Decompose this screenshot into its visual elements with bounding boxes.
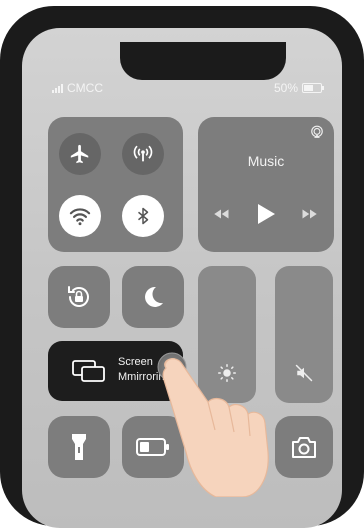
status-battery: 50% xyxy=(274,81,325,95)
camera-button[interactable] xyxy=(275,416,333,478)
do-not-disturb-button[interactable] xyxy=(122,266,184,328)
cellular-data-button[interactable] xyxy=(122,133,164,175)
wifi-icon xyxy=(69,208,91,226)
screen-mirroring-button[interactable]: Screen Mmirroring xyxy=(48,341,183,401)
connectivity-tile xyxy=(48,117,183,252)
camera-icon xyxy=(292,437,316,458)
flashlight-icon xyxy=(72,434,86,460)
rotation-lock-button[interactable] xyxy=(48,266,110,328)
moon-icon xyxy=(145,286,163,307)
screen-mirroring-label: Screen Mmirroring xyxy=(118,355,171,385)
low-power-button[interactable] xyxy=(122,416,184,478)
battery-percent: 50% xyxy=(274,81,299,95)
battery-fill xyxy=(304,85,314,91)
status-carrier: CMCC xyxy=(52,81,103,95)
mute-icon xyxy=(295,364,313,382)
screen-mirroring-line1: Screen xyxy=(118,356,153,368)
brightness-icon xyxy=(218,364,236,382)
music-title: Music xyxy=(247,153,285,169)
carrier-label: CMCC xyxy=(67,81,103,95)
next-icon[interactable] xyxy=(301,208,319,220)
notch xyxy=(120,42,286,80)
battery-toggle-icon xyxy=(136,438,169,456)
wifi-button[interactable] xyxy=(59,195,101,237)
screen-mirroring-line2: Mmirroring xyxy=(118,371,171,383)
signal-icon xyxy=(52,83,63,93)
play-icon[interactable] xyxy=(256,203,276,225)
bluetooth-icon xyxy=(138,207,149,225)
volume-slider[interactable] xyxy=(275,266,333,403)
rotation-lock-icon xyxy=(68,286,89,307)
brightness-slider[interactable] xyxy=(198,266,256,403)
music-tile[interactable]: Music xyxy=(198,117,334,252)
flashlight-button[interactable] xyxy=(48,416,110,478)
bluetooth-button[interactable] xyxy=(122,195,164,237)
cellular-icon xyxy=(133,145,153,162)
battery-icon xyxy=(302,83,325,93)
previous-icon[interactable] xyxy=(212,208,230,220)
airplane-icon xyxy=(70,144,89,164)
airplane-mode-button[interactable] xyxy=(59,133,101,175)
airplay-icon[interactable] xyxy=(310,125,324,139)
screen-mirroring-icon xyxy=(72,360,105,382)
